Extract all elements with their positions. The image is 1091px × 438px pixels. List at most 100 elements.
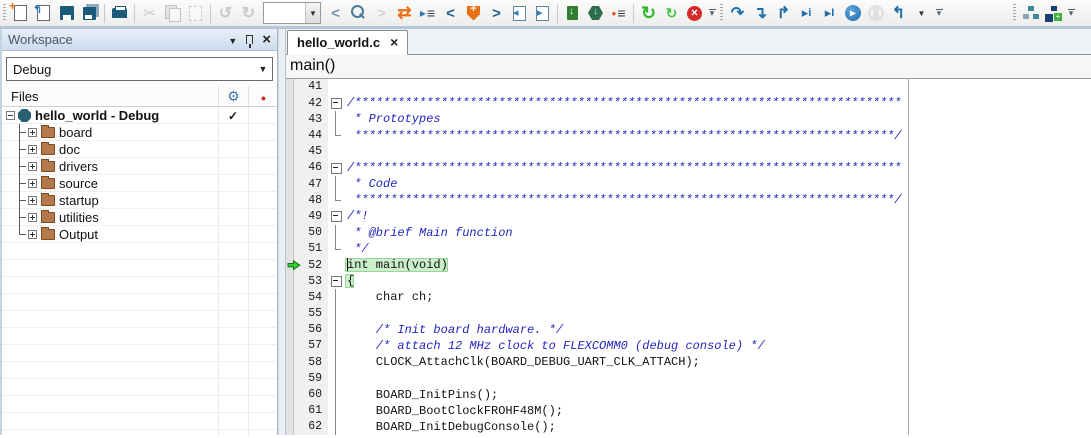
breakpoint-margin[interactable] xyxy=(286,273,294,289)
quick-search-combo[interactable]: ▼ xyxy=(263,2,321,24)
breakpoint-margin[interactable] xyxy=(286,354,294,370)
next-bookmark-icon[interactable] xyxy=(485,2,508,24)
close-icon[interactable] xyxy=(390,34,398,50)
breakpoint-margin[interactable] xyxy=(286,338,294,354)
config-selector[interactable]: Debug ▼ xyxy=(6,57,273,81)
stop-icon[interactable] xyxy=(683,2,706,24)
code-line[interactable]: 60 BOARD_InitPins(); xyxy=(286,386,908,402)
expand-box-icon[interactable] xyxy=(28,145,37,154)
close-icon[interactable] xyxy=(262,32,271,47)
fold-collapse-icon[interactable] xyxy=(328,95,345,111)
add-bookmark-icon[interactable] xyxy=(462,2,485,24)
breakpoint-margin[interactable] xyxy=(286,79,294,95)
step-over-icon[interactable] xyxy=(726,2,749,24)
trace-swap-icon[interactable] xyxy=(393,2,416,24)
tab-hello-world-c[interactable]: hello_world.c xyxy=(287,30,408,55)
breakpoint-margin[interactable] xyxy=(286,144,294,160)
fold-collapse-icon[interactable] xyxy=(328,208,345,224)
reset-icon[interactable] xyxy=(637,2,660,24)
breakpoint-margin[interactable] xyxy=(286,403,294,419)
redo-icon[interactable] xyxy=(237,2,260,24)
toolbar-overflow-icon[interactable] xyxy=(706,2,718,24)
dropdown-icon[interactable] xyxy=(910,2,933,24)
code-line[interactable]: 59 xyxy=(286,370,908,386)
nav-back-icon[interactable] xyxy=(324,2,347,24)
code-line[interactable]: 49/*! xyxy=(286,208,908,224)
tree-item-source[interactable]: source xyxy=(2,175,277,192)
toolbar-overflow-icon[interactable] xyxy=(1065,2,1077,24)
code-line[interactable]: 46/*************************************… xyxy=(286,160,908,176)
function-context-bar[interactable]: main() xyxy=(286,55,1091,79)
find-icon[interactable] xyxy=(347,2,370,24)
code-line[interactable]: 41 xyxy=(286,79,908,95)
tree-item-board[interactable]: board xyxy=(2,124,277,141)
breakpoint-margin[interactable] xyxy=(286,370,294,386)
stop-debug-icon[interactable] xyxy=(887,2,910,24)
breakpoint-margin[interactable] xyxy=(286,241,294,257)
code-line[interactable]: 55 xyxy=(286,306,908,322)
prev-bookmark-icon[interactable] xyxy=(439,2,462,24)
tree-item-drivers[interactable]: drivers xyxy=(2,158,277,175)
cut-icon[interactable] xyxy=(138,2,161,24)
goto-list-icon[interactable] xyxy=(416,2,439,24)
breakpoint-margin[interactable] xyxy=(286,111,294,127)
tree-item-startup[interactable]: startup xyxy=(2,192,277,209)
expand-box-icon[interactable] xyxy=(28,128,37,137)
download-active-icon[interactable] xyxy=(561,2,584,24)
panel-splitter[interactable] xyxy=(278,29,286,435)
code-line[interactable]: 56 /* Init board hardware. */ xyxy=(286,322,908,338)
code-line[interactable]: 53{ xyxy=(286,273,908,289)
new-document-icon[interactable] xyxy=(9,2,32,24)
paste-icon[interactable] xyxy=(184,2,207,24)
breakpoint-margin[interactable] xyxy=(286,225,294,241)
breakpoint-margin[interactable] xyxy=(286,386,294,402)
next-statement-icon[interactable] xyxy=(795,2,818,24)
copy-icon[interactable] xyxy=(161,2,184,24)
breakpoint-margin[interactable] xyxy=(286,306,294,322)
code-pane[interactable]: 4142/***********************************… xyxy=(286,79,909,435)
pin-icon[interactable] xyxy=(246,35,253,44)
breakpoint-margin[interactable] xyxy=(286,289,294,305)
code-line[interactable]: 43 * Prototypes xyxy=(286,111,908,127)
blocks-add-icon[interactable] xyxy=(1042,2,1065,24)
code-line[interactable]: 54 char ch; xyxy=(286,289,908,305)
fold-collapse-icon[interactable] xyxy=(328,160,345,176)
toolbar-grip[interactable] xyxy=(1013,4,1016,22)
expand-box-icon[interactable] xyxy=(28,213,37,222)
breakpoint-margin[interactable] xyxy=(286,419,294,435)
nav-forward-icon[interactable] xyxy=(370,2,393,24)
code-line[interactable]: 57 /* attach 12 MHz clock to FLEXCOMM0 (… xyxy=(286,338,908,354)
breakpoint-margin[interactable] xyxy=(286,257,294,273)
breakpoint-margin[interactable] xyxy=(286,176,294,192)
blocks-icon[interactable] xyxy=(1019,2,1042,24)
code-line[interactable]: 52int main(void) xyxy=(286,257,908,273)
expand-box-icon[interactable] xyxy=(28,179,37,188)
toolbar-overflow-icon[interactable] xyxy=(933,2,945,24)
break-icon[interactable] xyxy=(864,2,887,24)
collapse-box-icon[interactable] xyxy=(6,111,15,120)
code-line[interactable]: 44 *************************************… xyxy=(286,127,908,143)
code-line[interactable]: 48 *************************************… xyxy=(286,192,908,208)
breakpoint-margin[interactable] xyxy=(286,160,294,176)
step-into-icon[interactable] xyxy=(749,2,772,24)
chevron-down-icon[interactable]: ▼ xyxy=(305,3,320,23)
code-line[interactable]: 61 BOARD_BootClockFROHF48M(); xyxy=(286,403,908,419)
code-line[interactable]: 45 xyxy=(286,144,908,160)
save-all-icon[interactable] xyxy=(78,2,101,24)
breakpoint-margin[interactable] xyxy=(286,95,294,111)
expand-box-icon[interactable] xyxy=(28,196,37,205)
go-icon[interactable] xyxy=(841,2,864,24)
breakpoint-margin[interactable] xyxy=(286,192,294,208)
code-line[interactable]: 50 * @brief Main function xyxy=(286,225,908,241)
code-line[interactable]: 51 */ xyxy=(286,241,908,257)
code-line[interactable]: 47 * Code xyxy=(286,176,908,192)
run-to-cursor-icon[interactable] xyxy=(818,2,841,24)
expand-box-icon[interactable] xyxy=(28,230,37,239)
undo-icon[interactable] xyxy=(214,2,237,24)
page-forward-icon[interactable] xyxy=(531,2,554,24)
open-document-icon[interactable] xyxy=(32,2,55,24)
print-icon[interactable] xyxy=(108,2,131,24)
fold-collapse-icon[interactable] xyxy=(328,273,345,289)
gear-icon[interactable] xyxy=(227,88,240,105)
page-back-icon[interactable] xyxy=(508,2,531,24)
